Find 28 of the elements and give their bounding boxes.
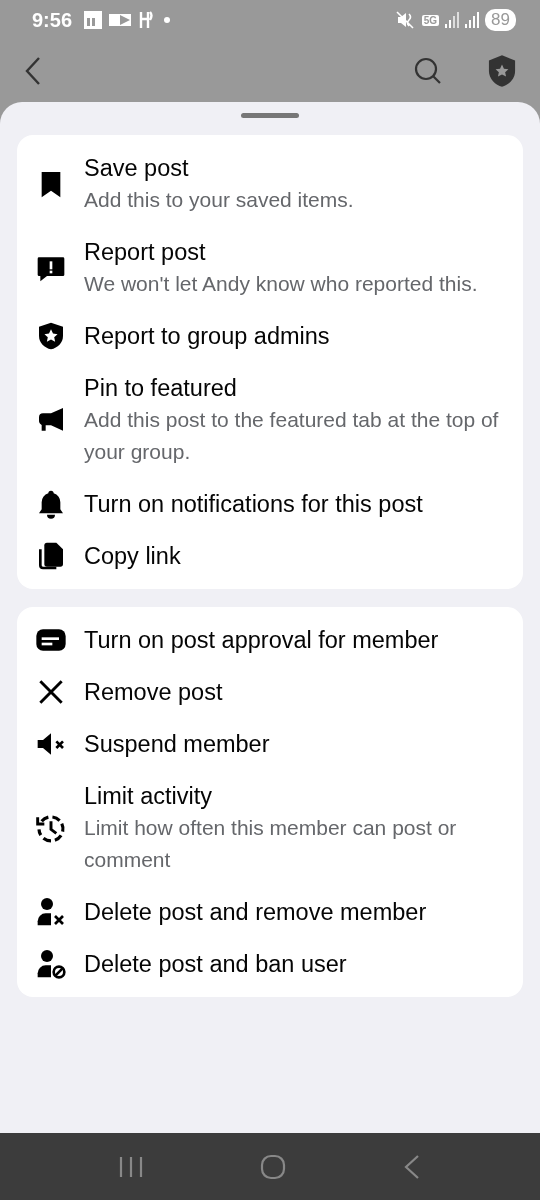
menu-item-title[interactable]: Suspend member xyxy=(84,728,270,760)
menu-item-description: Limit how often this member can post or comment xyxy=(84,815,458,873)
menu-item-title[interactable]: Turn on notifications for this post xyxy=(84,488,423,520)
app-notification-icon xyxy=(84,11,103,29)
menu-item-title[interactable]: Pin to featured xyxy=(84,372,507,404)
signal-icon xyxy=(465,12,480,28)
menu-item-title[interactable]: Turn on post approval for member xyxy=(84,624,439,656)
admin-shield-button[interactable] xyxy=(486,54,518,88)
drag-handle[interactable] xyxy=(241,113,299,118)
menu-item-title[interactable]: Save post xyxy=(84,152,354,184)
menu-item-title[interactable]: Delete post and ban user xyxy=(84,948,347,980)
vibrate-icon xyxy=(395,11,416,29)
search-button[interactable] xyxy=(414,57,442,85)
menu-item-title[interactable]: Report post xyxy=(84,236,478,268)
menu-item-title[interactable]: Remove post xyxy=(84,676,223,708)
person-block-icon xyxy=(35,948,67,980)
clock-time: 9:56 xyxy=(32,8,73,32)
battery-level: 89 xyxy=(485,9,516,31)
signal-icon xyxy=(445,12,460,28)
network-type: 5G xyxy=(421,14,440,26)
menu-item-title[interactable]: Delete post and remove member xyxy=(84,896,427,928)
menu-item-description: Add this post to the featured tab at the top of your group. xyxy=(84,407,500,465)
menu-item-title[interactable]: Limit activity xyxy=(84,780,507,812)
menu-item-title[interactable]: Report to group admins xyxy=(84,320,330,352)
menu-item-description: We won't let Andy know who reported this. xyxy=(84,271,478,297)
person-remove-icon xyxy=(35,896,67,928)
menu-item-title[interactable]: Copy link xyxy=(84,540,181,572)
menu-item-description: Add this to your saved items. xyxy=(84,187,354,213)
